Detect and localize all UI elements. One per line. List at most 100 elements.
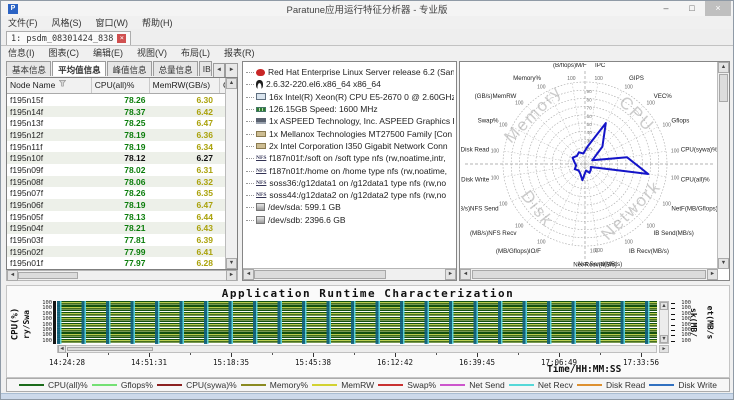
table-row[interactable]: f195n04f78.216.43 xyxy=(7,222,226,234)
scrollbar-thumb[interactable] xyxy=(472,270,706,279)
radar-horizontal-scrollbar[interactable]: ◄ ► xyxy=(460,268,718,280)
scroll-left-icon[interactable]: ◄ xyxy=(7,270,18,281)
menu-item[interactable]: 风格(S) xyxy=(45,16,89,29)
system-info-item[interactable]: NFSf187n01f:/soft on /soft type nfs (rw,… xyxy=(246,152,454,164)
menu-item[interactable]: 报表(R) xyxy=(217,46,262,59)
system-info-item[interactable]: Red Hat Enterprise Linux Server release … xyxy=(246,66,454,78)
scrollbar-thumb[interactable] xyxy=(18,272,78,279)
scroll-right-icon[interactable]: ► xyxy=(707,269,718,280)
sysinfo-horizontal-scrollbar[interactable]: ◄ ► xyxy=(243,268,456,280)
radar-vertical-scrollbar[interactable]: ▲ ▼ xyxy=(717,62,729,269)
scroll-left-icon[interactable]: ◄ xyxy=(460,269,471,280)
table-row[interactable]: f195n02f77.996.41 xyxy=(7,246,226,258)
menu-item[interactable]: 信息(I) xyxy=(1,46,42,59)
scroll-down-icon[interactable]: ▼ xyxy=(718,258,729,269)
legend-item[interactable]: CPU(sywa)% xyxy=(157,380,237,390)
table-row[interactable]: f195n10f78.126.27 xyxy=(7,152,226,164)
tick-mark xyxy=(671,319,675,320)
scroll-right-icon[interactable]: ► xyxy=(445,269,456,280)
table-row[interactable]: f195n11f78.196.34 xyxy=(7,141,226,153)
legend-item[interactable]: CPU(all)% xyxy=(19,380,88,390)
scroll-up-icon[interactable]: ▲ xyxy=(660,302,668,310)
table-row[interactable]: f195n09f78.026.31 xyxy=(7,164,226,176)
system-info-item[interactable]: 2x Intel Corporation I350 Gigabit Networ… xyxy=(246,140,454,152)
radar-ring-value: 50 xyxy=(587,122,593,128)
scroll-corner-icon[interactable]: ► xyxy=(659,345,669,353)
menu-item[interactable]: 布局(L) xyxy=(174,46,217,59)
table-vertical-scrollbar[interactable]: ▲ ▼ xyxy=(225,78,237,269)
cpu-value-cell: 77.97 xyxy=(96,258,155,268)
system-info-item[interactable]: /dev/sda: 599.1 GB xyxy=(246,201,454,213)
right-axis-label-disk: sk(MB/ xyxy=(689,308,698,337)
menu-item[interactable]: 文件(F) xyxy=(1,16,45,29)
menu-item[interactable]: 帮助(H) xyxy=(135,16,180,29)
system-info-item[interactable]: 1x Mellanox Technologies MT27500 Family … xyxy=(246,127,454,139)
tab-scroll-left-icon[interactable]: ◄ xyxy=(213,63,226,78)
table-row[interactable]: f195n05f78.136.44 xyxy=(7,211,226,223)
legend-item[interactable]: Memory% xyxy=(241,380,308,390)
column-header[interactable]: CPU(all)% xyxy=(92,78,150,93)
scroll-down-icon[interactable]: ▼ xyxy=(660,335,668,343)
system-info-item[interactable]: NFSsoss36:/g12data1 on /g12data1 type nf… xyxy=(246,177,454,189)
info-tab[interactable]: 平均值信息 xyxy=(52,61,105,76)
table-row[interactable]: f195n12f78.196.36 xyxy=(7,129,226,141)
filter-icon[interactable] xyxy=(59,80,66,87)
tick-mark xyxy=(671,314,675,315)
scrollbar-thumb[interactable] xyxy=(254,270,386,279)
legend-item[interactable]: Net Send xyxy=(440,380,504,390)
tab-close-icon[interactable]: × xyxy=(117,34,126,43)
scroll-down-icon[interactable]: ▼ xyxy=(226,258,237,269)
minimize-button[interactable]: – xyxy=(653,1,679,16)
plot-vertical-scrollbar[interactable]: ▲ ▼ xyxy=(659,301,669,344)
tick-mark xyxy=(671,335,675,336)
menu-item[interactable]: 视图(V) xyxy=(130,46,174,59)
memrw-value-cell: 6.42 xyxy=(155,107,227,117)
system-info-item[interactable]: 16x Intel(R) Xeon(R) CPU E5-2670 0 @ 2.6… xyxy=(246,91,454,103)
legend-item[interactable]: Disk Write xyxy=(649,380,717,390)
table-row[interactable]: f195n06f78.196.47 xyxy=(7,199,226,211)
legend-item[interactable]: MemRW xyxy=(312,380,374,390)
system-info-item[interactable]: NFSsoss44:/g12data2 on /g12data2 type nf… xyxy=(246,189,454,201)
memrw-value-cell: 6.28 xyxy=(155,258,227,268)
table-horizontal-scrollbar[interactable]: ◄ ► xyxy=(6,270,238,281)
system-info-item[interactable]: 2.6.32-220.el6.x86_64 x86_64 xyxy=(246,78,454,90)
menu-item[interactable]: 图表(C) xyxy=(42,46,87,59)
table-row[interactable]: f195n01f77.976.28 xyxy=(7,257,226,269)
column-header[interactable]: MemRW(GB/s) xyxy=(150,78,220,93)
info-tab[interactable]: IB xyxy=(199,61,212,76)
table-row[interactable]: f195n08f78.066.32 xyxy=(7,176,226,188)
scroll-up-icon[interactable]: ▲ xyxy=(226,78,237,89)
plot-horizontal-scrollbar[interactable]: ◄ xyxy=(57,345,657,353)
table-row[interactable]: f195n07f78.266.35 xyxy=(7,187,226,199)
table-row[interactable]: f195n03f77.816.39 xyxy=(7,234,226,246)
system-info-item[interactable]: 1x ASPEED Technology, Inc. ASPEED Graphi… xyxy=(246,115,454,127)
table-row[interactable]: f195n14f78.376.42 xyxy=(7,106,226,118)
scroll-right-icon[interactable]: ► xyxy=(226,270,237,281)
column-header[interactable]: Node Name xyxy=(7,78,92,93)
memrw-value-cell: 6.31 xyxy=(155,165,227,175)
system-info-item[interactable]: 126.15GB Speed: 1600 MHz xyxy=(246,103,454,115)
system-info-item[interactable]: NFSf187n01f:/home on /home type nfs (rw,… xyxy=(246,164,454,176)
legend-item[interactable]: Net Recv xyxy=(509,380,573,390)
scroll-left-icon[interactable]: ◄ xyxy=(243,269,254,280)
close-button[interactable]: × xyxy=(705,1,731,16)
info-tab[interactable]: 基本信息 xyxy=(6,61,51,76)
legend-item[interactable]: Disk Read xyxy=(577,380,645,390)
scrollbar-thumb[interactable] xyxy=(719,74,728,102)
scroll-up-icon[interactable]: ▲ xyxy=(718,62,729,73)
info-tab[interactable]: 峰值信息 xyxy=(107,61,152,76)
menu-item[interactable]: 窗口(W) xyxy=(89,16,136,29)
table-row[interactable]: f195n15f78.266.30 xyxy=(7,94,226,106)
radar-axis-label: (GB/s)MemRW xyxy=(475,93,517,100)
maximize-button[interactable]: □ xyxy=(679,1,705,16)
info-tab[interactable]: 总量信息 xyxy=(153,61,198,76)
scroll-left-icon[interactable]: ◄ xyxy=(58,345,66,353)
legend-item[interactable]: Swap% xyxy=(378,380,436,390)
menu-item[interactable]: 编辑(E) xyxy=(86,46,130,59)
legend-item[interactable]: Gflops% xyxy=(92,380,153,390)
document-tab[interactable]: 1: psdm_08301424_838 × xyxy=(6,31,131,45)
tab-scroll-right-icon[interactable]: ► xyxy=(225,63,238,78)
system-info-item[interactable]: /dev/sdb: 2396.6 GB xyxy=(246,214,454,226)
scrollbar-thumb[interactable] xyxy=(67,347,153,351)
table-row[interactable]: f195n13f78.256.47 xyxy=(7,117,226,129)
